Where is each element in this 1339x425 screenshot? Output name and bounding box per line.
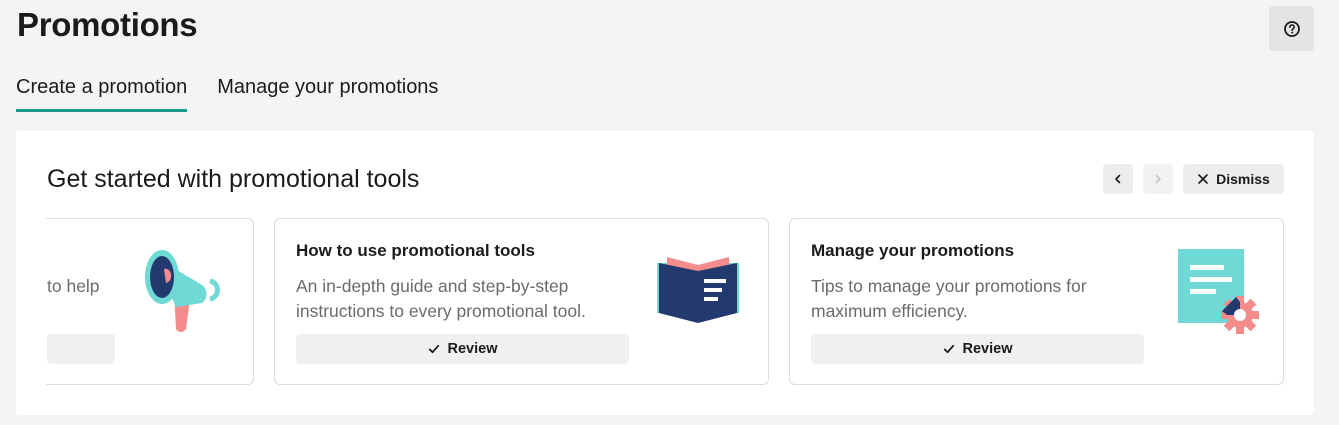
review-button[interactable]: Review [296,334,629,364]
review-button[interactable]: Review [811,334,1144,364]
chevron-left-icon [1115,174,1121,184]
dismiss-button[interactable]: Dismiss [1183,164,1284,194]
promo-tools-panel: Get started with promotional tools Dismi… [16,131,1314,415]
tab-create-promotion[interactable]: Create a promotion [16,76,188,112]
carousel-prev-button[interactable] [1103,164,1133,194]
document-gear-icon [1178,249,1259,334]
review-label: Review [962,341,1013,357]
check-icon [943,344,954,354]
tab-bar: Create a promotion Manage your promotion… [16,76,438,112]
promo-carousel: to help How to use promotional tools An … [46,218,1284,385]
promo-card-2: How to use promotional tools An in-depth… [274,218,769,385]
card-description: An in-depth guide and step-by-step instr… [296,276,586,321]
page-title: Promotions [17,6,198,43]
card-1-button[interactable] [47,334,115,364]
carousel-next-button[interactable] [1143,164,1173,194]
help-button[interactable] [1269,6,1314,51]
promo-card-1: to help [46,218,254,385]
promo-card-3: Manage your promotions Tips to manage yo… [789,218,1284,385]
card-title: How to use promotional tools [296,241,535,260]
dismiss-label: Dismiss [1216,171,1270,187]
tab-manage-promotions[interactable]: Manage your promotions [217,76,438,112]
question-circle-icon [1283,20,1300,37]
book-icon [657,257,739,323]
megaphone-icon [145,250,220,332]
review-label: Review [447,341,498,357]
chevron-right-icon [1155,174,1161,184]
close-icon [1198,174,1208,184]
card-description: Tips to manage your promotions for maxim… [811,276,1087,321]
check-icon [428,344,439,354]
panel-title: Get started with promotional tools [47,165,420,193]
card-title: Manage your promotions [811,241,1015,260]
